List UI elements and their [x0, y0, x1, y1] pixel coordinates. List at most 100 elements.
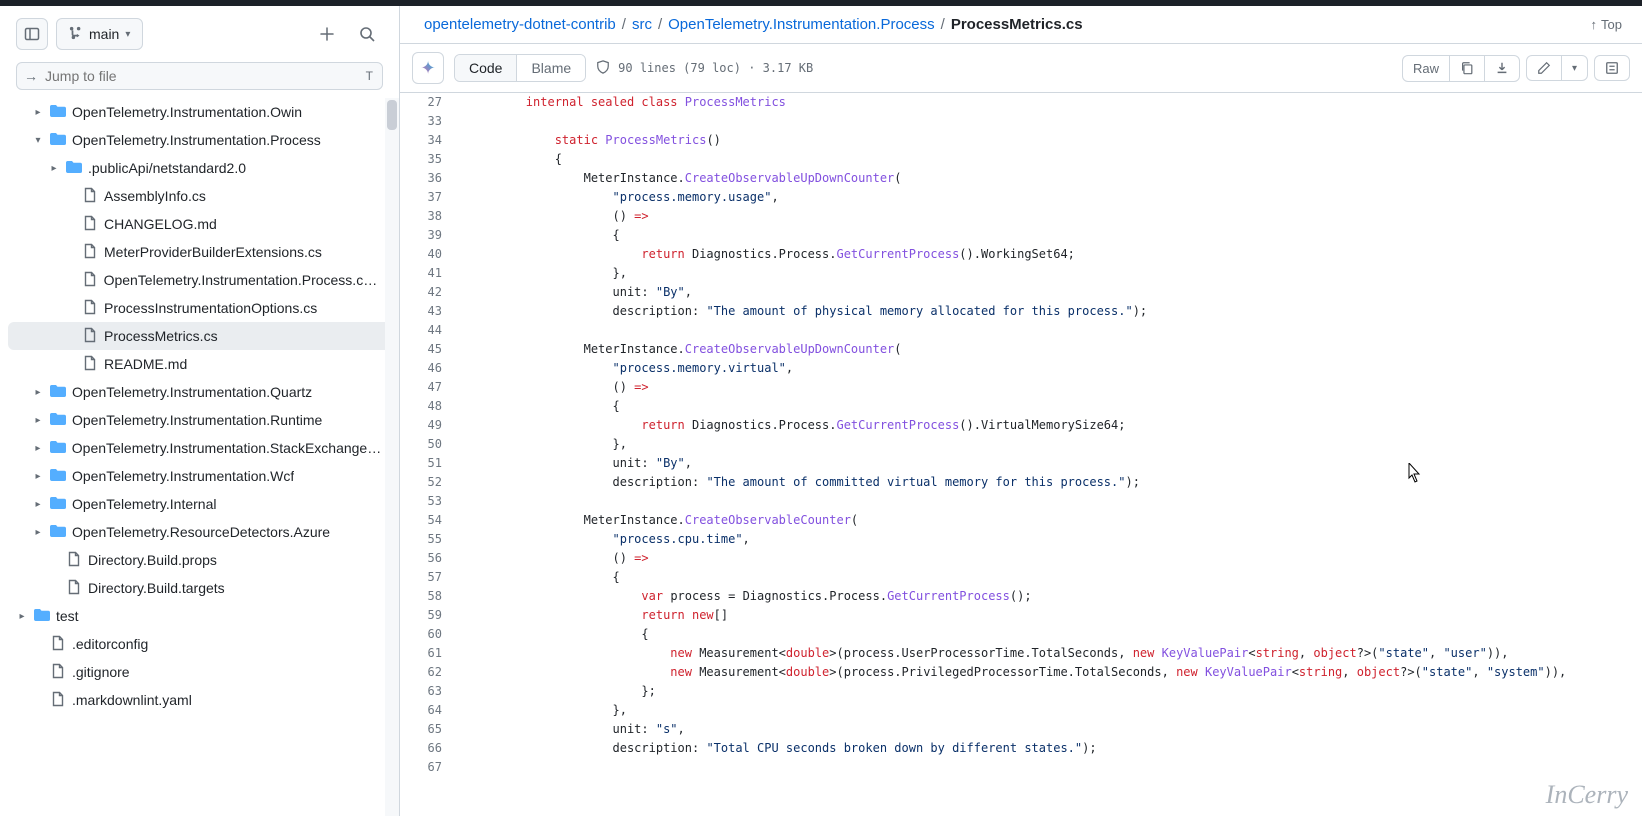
code-line[interactable]: 61 new Measurement<double>(process.UserP…: [400, 644, 1642, 663]
code-line[interactable]: 47 () =>: [400, 378, 1642, 397]
tree-file[interactable]: ▸Directory.Build.props: [8, 546, 391, 574]
line-number[interactable]: 63: [400, 682, 460, 701]
code-line[interactable]: 56 () =>: [400, 549, 1642, 568]
scrollbar-track[interactable]: [385, 98, 399, 816]
symbols-button[interactable]: [1595, 56, 1629, 80]
tree-file[interactable]: ▸OpenTelemetry.Instrumentation.Process.c…: [8, 266, 391, 294]
scroll-top-button[interactable]: ↑ Top: [1591, 17, 1622, 32]
tree-file[interactable]: ▸.editorconfig: [8, 630, 391, 658]
code-line[interactable]: 67: [400, 758, 1642, 777]
line-number[interactable]: 45: [400, 340, 460, 359]
breadcrumb-segment-0[interactable]: src: [632, 16, 652, 33]
code-line[interactable]: 55 "process.cpu.time",: [400, 530, 1642, 549]
download-button[interactable]: [1484, 56, 1519, 81]
line-number[interactable]: 44: [400, 321, 460, 340]
line-number[interactable]: 65: [400, 720, 460, 739]
file-tree[interactable]: ▸OpenTelemetry.Instrumentation.Owin▾Open…: [0, 98, 399, 816]
tree-folder[interactable]: ▸OpenTelemetry.Instrumentation.Owin: [8, 98, 391, 126]
line-number[interactable]: 60: [400, 625, 460, 644]
tree-file[interactable]: ▸CHANGELOG.md: [8, 210, 391, 238]
tree-file[interactable]: ▸ProcessMetrics.cs: [8, 322, 391, 350]
code-line[interactable]: 41 },: [400, 264, 1642, 283]
line-number[interactable]: 55: [400, 530, 460, 549]
code-line[interactable]: 52 description: "The amount of committed…: [400, 473, 1642, 492]
line-number[interactable]: 36: [400, 169, 460, 188]
line-number[interactable]: 38: [400, 207, 460, 226]
line-number[interactable]: 56: [400, 549, 460, 568]
line-number[interactable]: 62: [400, 663, 460, 682]
line-number[interactable]: 49: [400, 416, 460, 435]
code-line[interactable]: 35 {: [400, 150, 1642, 169]
code-line[interactable]: 60 {: [400, 625, 1642, 644]
breadcrumb-repo[interactable]: opentelemetry-dotnet-contrib: [424, 16, 616, 33]
code-line[interactable]: 42 unit: "By",: [400, 283, 1642, 302]
line-number[interactable]: 27: [400, 93, 460, 112]
tree-file[interactable]: ▸README.md: [8, 350, 391, 378]
copy-button[interactable]: [1449, 56, 1484, 81]
tree-folder[interactable]: ▸OpenTelemetry.Instrumentation.StackExch…: [8, 434, 391, 462]
breadcrumb-segment-1[interactable]: OpenTelemetry.Instrumentation.Process: [668, 16, 935, 33]
code-line[interactable]: 43 description: "The amount of physical …: [400, 302, 1642, 321]
code-line[interactable]: 57 {: [400, 568, 1642, 587]
line-number[interactable]: 66: [400, 739, 460, 758]
branch-select[interactable]: main ▾: [56, 18, 143, 50]
tree-folder[interactable]: ▸OpenTelemetry.Instrumentation.Wcf: [8, 462, 391, 490]
tree-file[interactable]: ▸MeterProviderBuilderExtensions.cs: [8, 238, 391, 266]
line-number[interactable]: 48: [400, 397, 460, 416]
code-line[interactable]: 54 MeterInstance.CreateObservableCounter…: [400, 511, 1642, 530]
code-line[interactable]: 62 new Measurement<double>(process.Privi…: [400, 663, 1642, 682]
code-line[interactable]: 27 internal sealed class ProcessMetrics: [400, 93, 1642, 112]
line-number[interactable]: 46: [400, 359, 460, 378]
tree-file[interactable]: ▸ProcessInstrumentationOptions.cs: [8, 294, 391, 322]
line-number[interactable]: 53: [400, 492, 460, 511]
line-number[interactable]: 64: [400, 701, 460, 720]
edit-dropdown[interactable]: ▾: [1561, 56, 1587, 80]
code-line[interactable]: 63 };: [400, 682, 1642, 701]
code-line[interactable]: 48 {: [400, 397, 1642, 416]
code-line[interactable]: 46 "process.memory.virtual",: [400, 359, 1642, 378]
tree-folder[interactable]: ▾OpenTelemetry.Instrumentation.Process: [8, 126, 391, 154]
code-line[interactable]: 66 description: "Total CPU seconds broke…: [400, 739, 1642, 758]
scrollbar-thumb[interactable]: [387, 100, 397, 130]
line-number[interactable]: 39: [400, 226, 460, 245]
line-number[interactable]: 41: [400, 264, 460, 283]
code-line[interactable]: 58 var process = Diagnostics.Process.Get…: [400, 587, 1642, 606]
tree-folder[interactable]: ▸OpenTelemetry.Internal: [8, 490, 391, 518]
line-number[interactable]: 35: [400, 150, 460, 169]
line-number[interactable]: 34: [400, 131, 460, 150]
line-number[interactable]: 59: [400, 606, 460, 625]
new-file-button[interactable]: [311, 18, 343, 50]
collapse-sidebar-button[interactable]: [16, 18, 48, 50]
code-line[interactable]: 44: [400, 321, 1642, 340]
line-number[interactable]: 40: [400, 245, 460, 264]
tree-folder[interactable]: ▸test: [8, 602, 391, 630]
code-line[interactable]: 34 static ProcessMetrics(): [400, 131, 1642, 150]
edit-button[interactable]: [1527, 56, 1561, 80]
code-line[interactable]: 39 {: [400, 226, 1642, 245]
code-line[interactable]: 38 () =>: [400, 207, 1642, 226]
line-number[interactable]: 54: [400, 511, 460, 530]
code-line[interactable]: 53: [400, 492, 1642, 511]
line-number[interactable]: 51: [400, 454, 460, 473]
code-line[interactable]: 50 },: [400, 435, 1642, 454]
tree-file[interactable]: ▸.gitignore: [8, 658, 391, 686]
line-number[interactable]: 58: [400, 587, 460, 606]
line-number[interactable]: 67: [400, 758, 460, 777]
tree-file[interactable]: ▸.markdownlint.yaml: [8, 686, 391, 714]
jump-to-file-input[interactable]: [16, 62, 383, 90]
code-tab[interactable]: Code: [455, 55, 517, 81]
line-number[interactable]: 52: [400, 473, 460, 492]
search-button[interactable]: [351, 18, 383, 50]
code-line[interactable]: 33: [400, 112, 1642, 131]
tree-folder[interactable]: ▸OpenTelemetry.Instrumentation.Runtime: [8, 406, 391, 434]
blame-tab[interactable]: Blame: [517, 55, 585, 81]
line-number[interactable]: 43: [400, 302, 460, 321]
code-line[interactable]: 65 unit: "s",: [400, 720, 1642, 739]
code-line[interactable]: 45 MeterInstance.CreateObservableUpDownC…: [400, 340, 1642, 359]
line-number[interactable]: 42: [400, 283, 460, 302]
line-number[interactable]: 57: [400, 568, 460, 587]
code-line[interactable]: 64 },: [400, 701, 1642, 720]
tree-folder[interactable]: ▸OpenTelemetry.ResourceDetectors.Azure: [8, 518, 391, 546]
line-number[interactable]: 33: [400, 112, 460, 131]
tree-file[interactable]: ▸Directory.Build.targets: [8, 574, 391, 602]
